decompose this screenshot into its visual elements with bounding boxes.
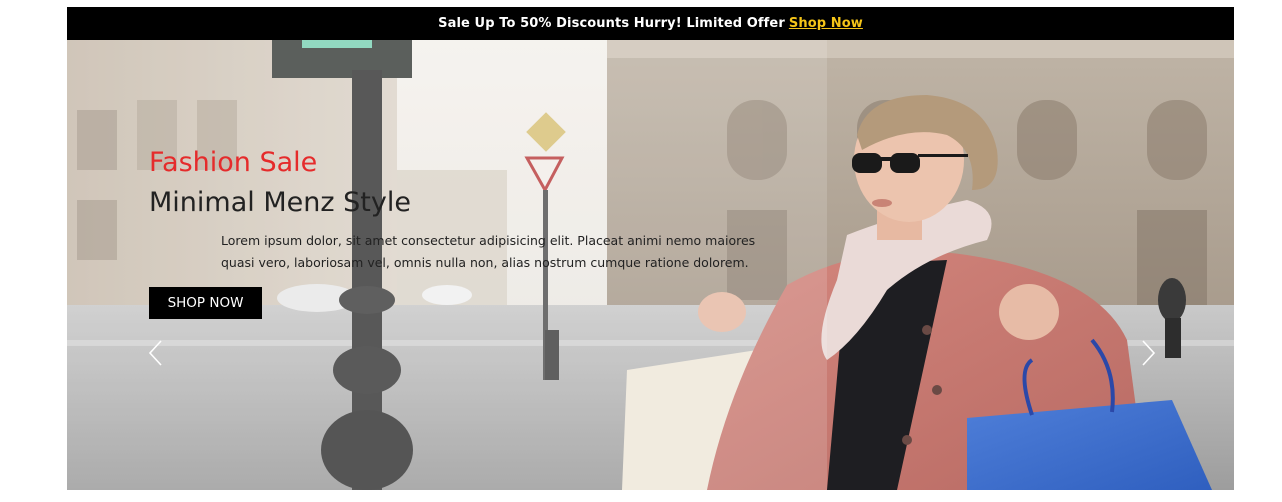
slider-next-button[interactable]	[1138, 338, 1158, 368]
hero-caption: Fashion Sale Minimal Menz Style Lorem ip…	[149, 146, 789, 274]
chevron-right-icon	[1142, 340, 1156, 366]
shop-now-link[interactable]: Shop Now	[789, 16, 863, 31]
promo-bar: Sale Up To 50% Discounts Hurry! Limited …	[67, 7, 1234, 40]
slider-prev-button[interactable]	[146, 338, 166, 368]
hero-kicker: Fashion Sale	[149, 147, 318, 178]
shop-now-button[interactable]: SHOP NOW	[149, 287, 262, 319]
promo-message: Sale Up To 50% Discounts Hurry! Limited …	[438, 16, 785, 31]
hero-headline: Minimal Menz Style	[149, 187, 411, 218]
hero-slider: Fashion Sale Minimal Menz Style Lorem ip…	[67, 40, 1234, 490]
hero-description: Lorem ipsum dolor, sit amet consectetur …	[221, 233, 756, 270]
chevron-left-icon	[148, 340, 162, 366]
